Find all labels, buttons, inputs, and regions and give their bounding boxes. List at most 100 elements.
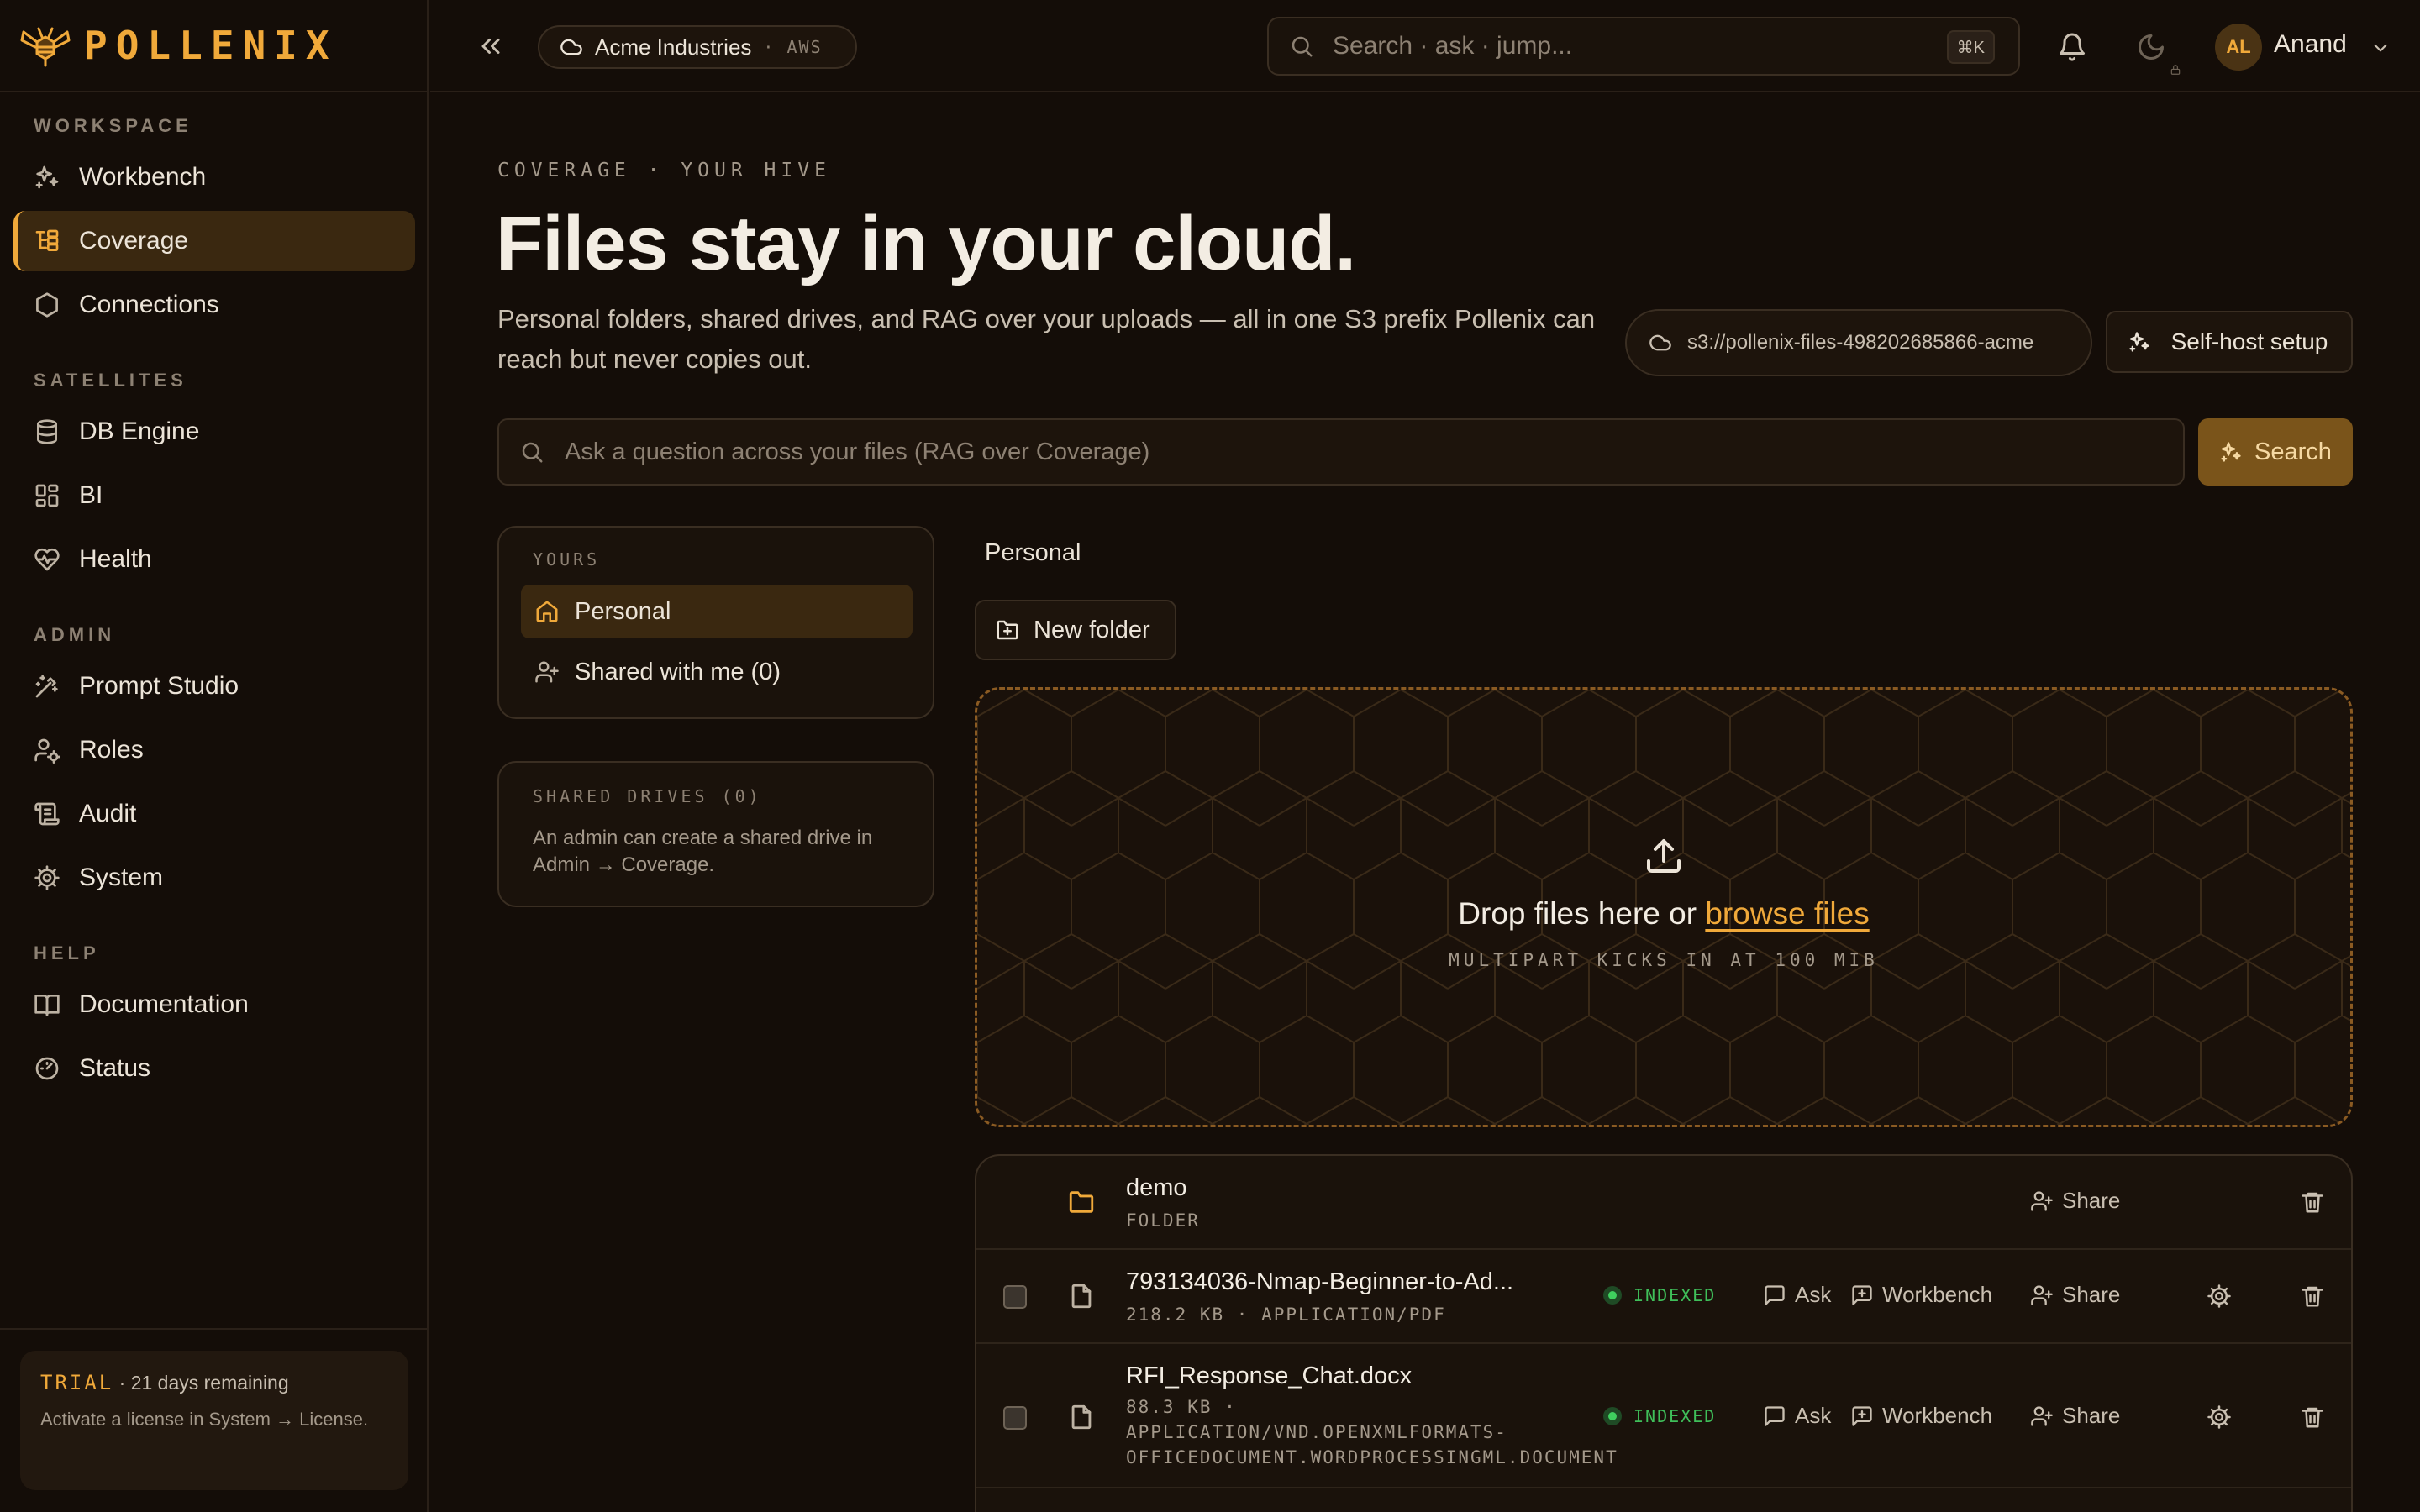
sidebar-item-db-engine[interactable]: DB Engine xyxy=(13,402,415,462)
sidebar-item-system[interactable]: System xyxy=(13,848,415,908)
collapse-sidebar-icon[interactable] xyxy=(476,31,506,61)
file-name[interactable]: demo xyxy=(1126,1174,1187,1202)
shared-drives-label: SHARED DRIVES (0) xyxy=(533,786,762,806)
file-meta: 218.2 KB · APPLICATION/PDF xyxy=(1126,1305,1446,1325)
rag-search-input[interactable]: Ask a question across your files (RAG ov… xyxy=(497,418,2185,486)
sidebar-item-bi[interactable]: BI xyxy=(13,465,415,526)
brand[interactable]: POLLENIX xyxy=(0,0,427,92)
folder-label: Personal xyxy=(575,597,671,625)
table-row[interactable]: demo FOLDER Share xyxy=(976,1156,2351,1250)
cog-icon xyxy=(34,865,60,890)
bee-logo-icon xyxy=(20,27,71,67)
dropzone-prompt: Drop files here or xyxy=(1458,896,1706,931)
upload-dropzone[interactable]: Drop files here or browse files MULTIPAR… xyxy=(975,687,2353,1127)
sidebar-item-label: DB Engine xyxy=(79,417,200,445)
sidebar-item-label: BI xyxy=(79,481,103,509)
self-host-setup-button[interactable]: Self-host setup xyxy=(2106,311,2353,373)
dropzone-text: Drop files here or browse files xyxy=(1458,896,1869,932)
table-row[interactable]: RFI_Response_Chat.docx 88.3 KB · APPLICA… xyxy=(976,1344,2351,1488)
rag-placeholder: Ask a question across your files (RAG ov… xyxy=(565,438,1150,465)
share-label: Share xyxy=(2062,1282,2121,1307)
section-label: HELP xyxy=(34,942,100,963)
sidebar-item-label: Workbench xyxy=(79,163,207,191)
ask-button[interactable]: Ask xyxy=(1763,1282,1831,1308)
trash-icon[interactable] xyxy=(2300,1189,2325,1215)
bucket-path: s3://pollenix-files-498202685866-acme xyxy=(1687,331,2034,354)
settings-icon[interactable] xyxy=(2207,1404,2232,1430)
browse-files-link[interactable]: browse files xyxy=(1705,896,1869,931)
trash-icon[interactable] xyxy=(2300,1284,2325,1309)
user-plus-icon xyxy=(2031,1405,2053,1426)
org-switcher[interactable]: Acme Industries · AWS xyxy=(538,25,857,69)
workbench-button[interactable]: Workbench xyxy=(1850,1403,1992,1429)
share-button[interactable]: Share xyxy=(2030,1403,2120,1429)
settings-icon[interactable] xyxy=(2207,1284,2232,1309)
search-icon xyxy=(522,442,543,463)
sidebar-item-connections[interactable]: Connections xyxy=(13,275,415,335)
folder-label: Shared with me (0) xyxy=(575,658,781,685)
shared-drives-card: SHARED DRIVES (0) An admin can create a … xyxy=(497,761,934,907)
rag-search-button[interactable]: Search xyxy=(2198,418,2353,486)
sidebar-item-health[interactable]: Health xyxy=(13,529,415,590)
trash-icon[interactable] xyxy=(2300,1404,2325,1430)
self-host-label: Self-host setup xyxy=(2170,328,2328,354)
sparkles-icon xyxy=(2129,332,2149,352)
dashboard-icon xyxy=(35,484,59,507)
workbench-button[interactable]: Workbench xyxy=(1850,1282,1992,1308)
sidebar-item-prompt-studio[interactable]: Prompt Studio xyxy=(13,656,415,717)
sidebar-item-label: Health xyxy=(79,545,152,573)
page-eyebrow: COVERAGE · YOUR HIVE xyxy=(497,160,831,181)
share-label: Share xyxy=(2062,1403,2121,1428)
row-checkbox[interactable] xyxy=(1003,1406,1027,1430)
sidebar-item-label: Documentation xyxy=(79,990,249,1018)
sidebar-item-status[interactable]: Status xyxy=(13,1038,415,1099)
trial-card[interactable]: TRIAL · 21 days remaining Activate a lic… xyxy=(20,1351,408,1490)
ask-label: Ask xyxy=(1795,1403,1832,1428)
row-checkbox[interactable] xyxy=(1003,1285,1027,1309)
upload-icon xyxy=(1647,839,1681,873)
sidebar-item-workbench[interactable]: Workbench xyxy=(13,147,415,207)
sparkles-icon xyxy=(2221,442,2241,462)
book-icon xyxy=(34,995,60,1016)
chevron-down-icon[interactable] xyxy=(2370,37,2391,59)
yours-label: YOURS xyxy=(533,549,601,570)
bucket-pill[interactable]: s3://pollenix-files-498202685866-acme xyxy=(1625,309,2092,376)
user-name[interactable]: Anand xyxy=(2274,30,2347,59)
bell-icon[interactable] xyxy=(2057,32,2087,62)
section-label: SATELLITES xyxy=(34,370,187,391)
user-plus-icon xyxy=(2031,1284,2053,1305)
workbench-label: Workbench xyxy=(1882,1282,1993,1307)
sidebar-item-roles[interactable]: Roles xyxy=(13,720,415,780)
nav-section-satellites: SATELLITES xyxy=(0,365,429,396)
message-square-icon xyxy=(1765,1284,1785,1305)
file-name[interactable]: 793134036-Nmap-Beginner-to-Ad... xyxy=(1126,1268,1513,1296)
folder-personal[interactable]: Personal xyxy=(521,585,913,638)
share-label: Share xyxy=(2062,1188,2121,1213)
share-button[interactable]: Share xyxy=(2030,1188,2120,1214)
new-folder-label: New folder xyxy=(1034,616,1150,643)
folder-shared-with-me[interactable]: Shared with me (0) xyxy=(521,645,913,699)
avatar[interactable]: AL xyxy=(2215,24,2262,71)
sidebar-item-documentation[interactable]: Documentation xyxy=(13,974,415,1035)
nav-section-admin: ADMIN xyxy=(0,620,429,650)
folder-plus-icon xyxy=(997,620,1018,640)
section-label: WORKSPACE xyxy=(34,115,192,136)
sidebar-item-audit[interactable]: Audit xyxy=(13,784,415,844)
new-folder-button[interactable]: New folder xyxy=(975,600,1176,660)
sidebar-item-label: Prompt Studio xyxy=(79,672,239,700)
status-label: INDEXED xyxy=(1634,1406,1717,1426)
status-badge: INDEXED xyxy=(1603,1406,1716,1426)
ask-button[interactable]: Ask xyxy=(1763,1403,1831,1429)
global-search[interactable]: Search · ask · jump... ⌘K xyxy=(1267,17,2020,76)
sidebar-item-coverage[interactable]: Coverage xyxy=(13,211,415,271)
brand-name: POLLENIX xyxy=(84,23,338,68)
page-subtitle: Personal folders, shared drives, and RAG… xyxy=(497,304,1596,374)
file-meta: 88.3 KB · APPLICATION/VND.OPENXMLFORMATS… xyxy=(1126,1397,1618,1467)
moon-icon[interactable] xyxy=(2136,32,2166,62)
user-cog-icon xyxy=(34,738,60,764)
sidebar-divider xyxy=(0,1328,429,1330)
file-name[interactable]: RFI_Response_Chat.docx xyxy=(1126,1362,1412,1390)
share-button[interactable]: Share xyxy=(2030,1282,2120,1308)
shared-drives-note: An admin can create a shared drive in Ad… xyxy=(533,827,873,876)
table-row[interactable]: 793134036-Nmap-Beginner-to-Ad... 218.2 K… xyxy=(976,1250,2351,1344)
